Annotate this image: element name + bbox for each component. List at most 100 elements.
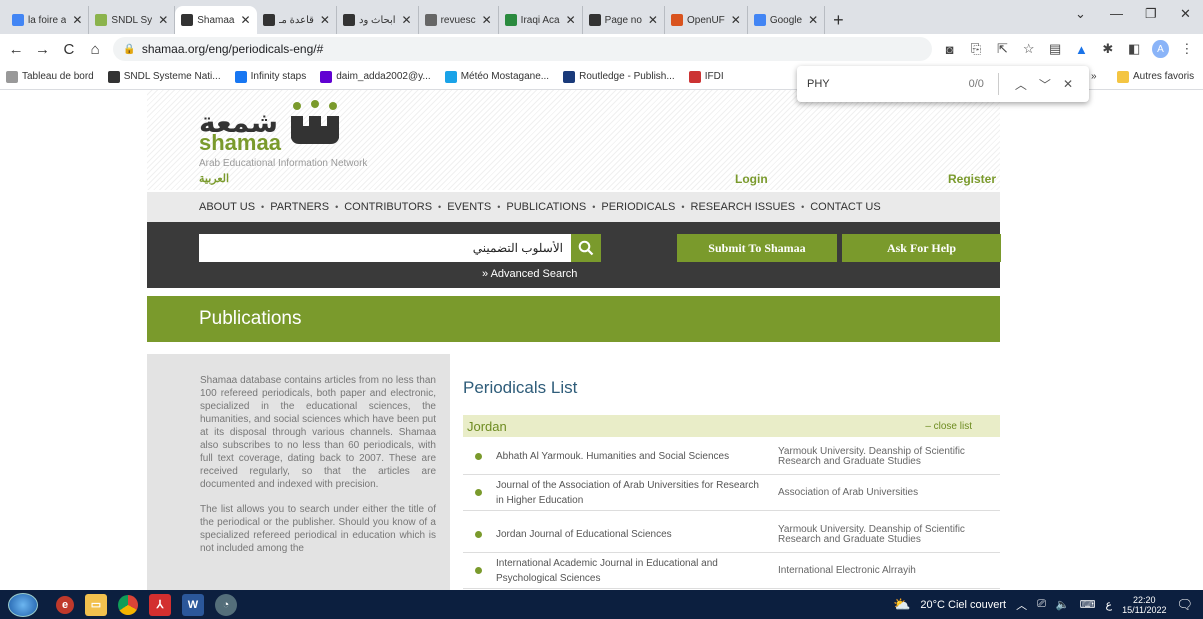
bookmark-star-icon[interactable]: ☆ — [1021, 40, 1037, 58]
tab-search-chevron-icon[interactable]: ⌄ — [1075, 6, 1086, 22]
periodical-title-link[interactable]: International Academic Journal in Educat… — [496, 556, 768, 586]
country-header[interactable]: Jordan – close list — [463, 415, 1000, 437]
nav-item-contributors[interactable]: CONTRIBUTORS — [344, 201, 432, 213]
chrome-profile-icon[interactable]: ◔ — [215, 593, 237, 616]
nav-item-partners[interactable]: PARTNERS — [270, 201, 329, 213]
menu-kebab-icon[interactable]: ⋮ — [1179, 40, 1195, 58]
bookmark-item[interactable]: Routledge - Publish... — [563, 70, 675, 83]
browser-tab[interactable]: OpenUF ✕ — [665, 6, 748, 34]
page-title: Publications — [199, 308, 302, 329]
register-link[interactable]: Register — [948, 172, 996, 186]
tab-close-icon[interactable]: ✕ — [158, 13, 168, 27]
submit-to-shamaa-button[interactable]: Submit To Shamaa — [677, 234, 837, 262]
browser-tab[interactable]: Shamaa ✕ — [175, 6, 257, 34]
nav-item-periodicals[interactable]: PERIODICALS — [601, 201, 675, 213]
zoom-icon[interactable]: ◙ — [942, 40, 958, 58]
nav-item-publications[interactable]: PUBLICATIONS — [506, 201, 586, 213]
home-icon[interactable]: ⌂ — [87, 41, 103, 58]
find-input[interactable]: PHY — [807, 78, 969, 90]
browser-tab[interactable]: Google ✕ — [748, 6, 826, 34]
shamaa-icon — [181, 14, 194, 26]
bookmark-list: Tableau de bord SNDL Systeme Nati... Infin… — [6, 70, 724, 83]
nav-item-research-issues[interactable]: RESEARCH ISSUES — [691, 201, 796, 213]
advanced-search-link[interactable]: » Advanced Search — [482, 268, 577, 280]
shamaa-logo-icon[interactable] — [287, 100, 343, 144]
periodical-title-link[interactable]: Abhath Al Yarmouk. Humanities and Social… — [496, 449, 768, 464]
tab-close-icon[interactable]: ✕ — [566, 13, 576, 27]
browser-tab[interactable]: قاعدة مـ ✕ — [257, 6, 337, 34]
tab-close-icon[interactable]: ✕ — [402, 13, 412, 27]
tab-close-icon[interactable]: ✕ — [808, 13, 818, 27]
clock[interactable]: 22:20 15/11/2022 — [1122, 595, 1166, 615]
periodical-title-link[interactable]: Jordan Journal of Educational Sciences — [496, 527, 768, 542]
acrobat-icon[interactable]: ⅄ — [149, 593, 171, 616]
app-red-icon[interactable]: e — [56, 595, 74, 614]
tray-chevron-icon[interactable]: ︿ — [1016, 597, 1027, 613]
weather-cloud-icon[interactable]: ⛅ — [893, 596, 910, 613]
periodical-title-link[interactable]: Journal of the Association of Arab Unive… — [496, 478, 768, 508]
login-link[interactable]: Login — [735, 172, 768, 186]
notifications-icon[interactable]: 🗨 — [1176, 597, 1193, 613]
nav-item-events[interactable]: EVENTS — [447, 201, 491, 213]
weather-text[interactable]: 20°C Ciel couvert — [920, 599, 1006, 611]
bookmark-item[interactable]: Tableau de bord — [6, 70, 94, 83]
restore-icon[interactable]: ❐ — [1145, 6, 1157, 22]
find-next-icon[interactable]: ﹀ — [1039, 76, 1051, 93]
browser-tab[interactable]: أبحاث ود ✕ — [337, 6, 419, 34]
word-icon[interactable]: W — [182, 593, 204, 616]
tab-close-icon[interactable]: ✕ — [241, 13, 251, 27]
other-bookmarks[interactable]: Autres favoris — [1117, 70, 1194, 83]
find-previous-icon[interactable]: ︿ — [1015, 76, 1027, 93]
nav-item-contact-us[interactable]: CONTACT US — [810, 201, 881, 213]
bookmark-label: Routledge - Publish... — [579, 71, 675, 82]
forward-icon[interactable]: → — [34, 41, 50, 58]
file-explorer-icon[interactable]: ▭ — [85, 593, 107, 616]
nav-item-about-us[interactable]: ABOUT US — [199, 201, 255, 213]
bookmark-item[interactable]: Infinity staps — [234, 70, 306, 83]
share-icon[interactable]: ⇱ — [994, 40, 1010, 58]
input-language[interactable]: ع — [1106, 598, 1113, 611]
new-tab-button[interactable]: + — [833, 6, 844, 34]
keyboard-icon[interactable]: ⌨ — [1080, 598, 1096, 611]
extension-cap-icon[interactable]: ▲ — [1073, 40, 1089, 58]
search-icon[interactable] — [571, 234, 601, 262]
network-icon[interactable]: ⎚ — [1037, 598, 1046, 611]
tab-close-icon[interactable]: ✕ — [482, 13, 492, 27]
browser-tab[interactable]: revuesc ✕ — [419, 6, 499, 34]
address-bar[interactable]: 🔒 shamaa.org/eng/periodicals-eng/# — [113, 37, 932, 61]
tab-close-icon[interactable]: ✕ — [320, 13, 330, 27]
bookmarks-overflow-button[interactable]: » — [1091, 71, 1097, 82]
profile-avatar[interactable]: A — [1152, 40, 1169, 58]
browser-toolbar: ← → C ⌂ 🔒 shamaa.org/eng/periodicals-eng… — [0, 34, 1203, 64]
back-icon[interactable]: ← — [8, 41, 24, 58]
tab-close-icon[interactable]: ✕ — [72, 13, 82, 27]
bookmark-item[interactable]: Météo Mostagane... — [444, 70, 549, 83]
tab-close-icon[interactable]: ✕ — [648, 13, 658, 27]
extensions-puzzle-icon[interactable]: ✱ — [1100, 40, 1116, 58]
search-input[interactable] — [199, 234, 571, 262]
country-name: Jordan — [467, 418, 507, 434]
browser-tab[interactable]: la foire a ✕ — [6, 6, 90, 34]
start-button-icon[interactable] — [8, 592, 38, 617]
tab-close-icon[interactable]: ✕ — [731, 13, 741, 27]
volume-icon[interactable]: 🔈 — [1056, 598, 1070, 611]
bookmark-item[interactable]: IFDI — [688, 70, 724, 83]
bookmark-item[interactable]: daim_adda2002@y... — [320, 70, 431, 83]
site-header: شمعة shamaa Arab Educational Information… — [147, 90, 1000, 190]
close-window-icon[interactable]: ✕ — [1180, 6, 1191, 22]
browser-tab[interactable]: Page no ✕ — [583, 6, 665, 34]
translate-page-icon[interactable]: ⎘ — [968, 40, 984, 58]
chrome-icon[interactable] — [118, 594, 138, 615]
bookmark-item[interactable]: SNDL Systeme Nati... — [107, 70, 221, 83]
close-list-link[interactable]: – close list — [925, 421, 972, 432]
periodical-publisher: Yarmouk University. Deanship of Scientif… — [778, 445, 965, 467]
minimize-icon[interactable]: — — [1110, 6, 1123, 21]
browser-tab[interactable]: Iraqi Aca ✕ — [499, 6, 583, 34]
ask-for-help-button[interactable]: Ask For Help — [842, 234, 1001, 262]
reload-icon[interactable]: C — [61, 41, 77, 58]
arabic-language-link[interactable]: العربية — [199, 172, 229, 185]
side-panel-icon[interactable]: ◧ — [1126, 40, 1142, 58]
browser-tab[interactable]: SNDL Sy ✕ — [89, 6, 176, 34]
reading-list-icon[interactable]: ▤ — [1047, 40, 1063, 58]
find-close-icon[interactable]: ✕ — [1063, 77, 1073, 91]
